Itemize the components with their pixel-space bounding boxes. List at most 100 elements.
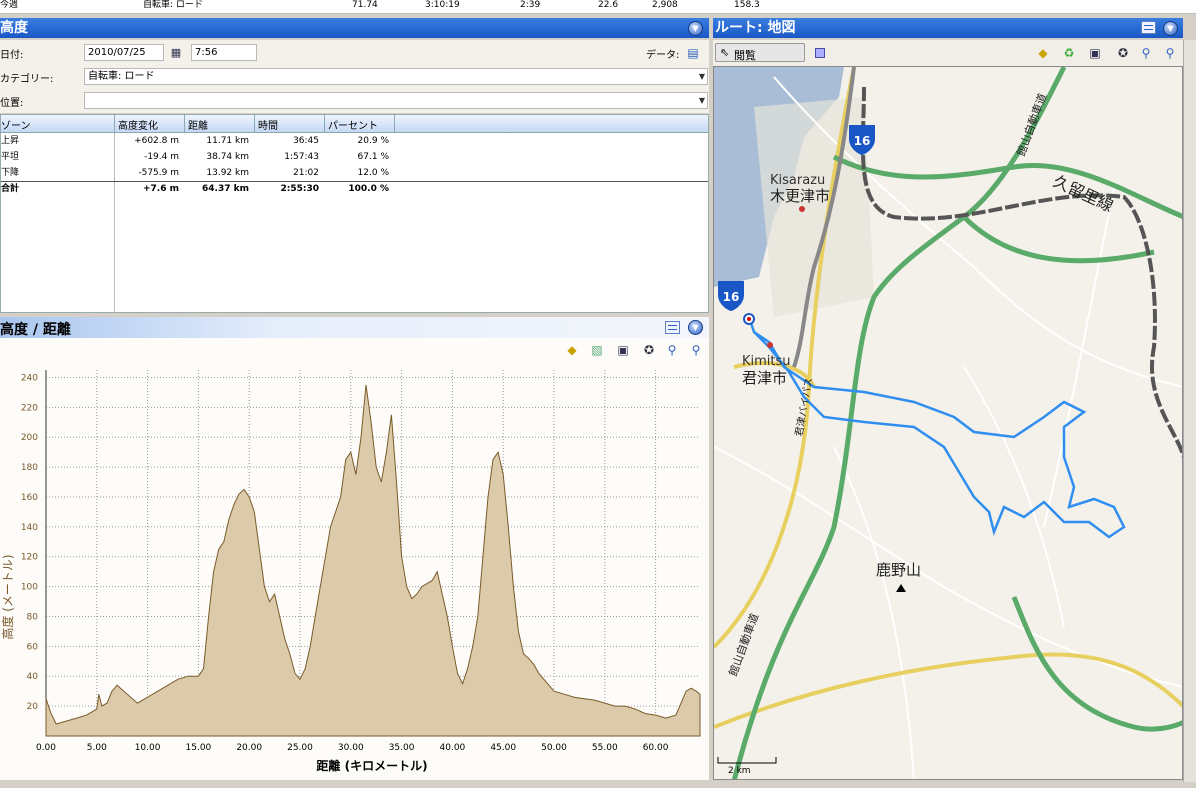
x-tick-label: 25.00	[287, 743, 313, 753]
data-device-icon[interactable]: ▤	[685, 45, 701, 61]
y-tick-label: 220	[21, 403, 38, 413]
distance-cell: 11.71 km	[206, 136, 249, 146]
percent-cell: 12.0 %	[357, 168, 389, 178]
column-header-percent[interactable]: パーセント	[328, 117, 378, 132]
scale-bar	[717, 757, 777, 764]
zoom-out-icon[interactable]: ⚲	[664, 342, 680, 358]
kimitsu-label-ja: 君津市	[742, 369, 787, 387]
zoom-in-icon[interactable]: ⚲	[688, 342, 704, 358]
calendar-icon[interactable]: ▦	[168, 45, 184, 61]
percent-cell: 20.9 %	[357, 136, 389, 146]
save-icon[interactable]: ▣	[1087, 45, 1103, 61]
summary-row[interactable]: 今週 自転車: ロード 71.74 3:10:19 2:39 22.6 2,90…	[0, 0, 1196, 14]
elevation-form: 日付: 2010/07/25 ▦ 7:56 データ: ▤ カテゴリー: 自転車:…	[0, 40, 709, 113]
zoom-in-icon[interactable]: ⚲	[1162, 45, 1178, 61]
summary-pace: 2:39	[520, 0, 541, 10]
map-panel-title: ルート: 地図	[715, 20, 796, 36]
x-tick-label: 15.00	[186, 743, 212, 753]
y-tick-label: 180	[21, 463, 38, 473]
percent-cell: 67.1 %	[357, 152, 389, 162]
distance-cell: 38.74 km	[206, 152, 249, 162]
cursor-icon: ⇖	[720, 46, 730, 59]
chart-panel-header: 高度 / 距離 ▼	[0, 317, 709, 338]
change-cell: +602.8 m	[134, 136, 179, 146]
kimitsu-label-en: Kimitsu	[742, 354, 791, 369]
category-select[interactable]: 自転車: ロード ▼	[84, 68, 708, 85]
elevation-chart[interactable]: 20 40 60 80 100 120 140 160 180 200 220 240 0.00 5.0…	[0, 362, 709, 780]
y-tick-label: 120	[21, 553, 38, 563]
summary-category: 自転車: ロード	[143, 0, 203, 10]
select-tool-icon[interactable]	[815, 48, 825, 58]
scale-label: 2 km	[728, 766, 751, 776]
distance-cell: 64.37 km	[202, 184, 249, 194]
svg-text:16: 16	[854, 134, 871, 148]
save-icon[interactable]: ▣	[615, 342, 631, 358]
kisarazu-label-ja: 木更津市	[770, 187, 830, 205]
x-tick-label: 5.00	[87, 743, 107, 753]
refresh-icon[interactable]: ♻	[1061, 45, 1077, 61]
x-tick-label: 20.00	[236, 743, 262, 753]
table-row[interactable]: 上昇 +602.8 m 11.71 km 36:45 20.9 %	[1, 134, 708, 149]
y-tick-label: 160	[21, 493, 38, 503]
route-map[interactable]: 16 16 Kisarazu 木更津市 Kimitsu 君津市 久留里線 鹿野山…	[713, 66, 1183, 780]
svg-text:16: 16	[723, 290, 740, 304]
x-tick-label: 55.00	[592, 743, 618, 753]
y-tick-label: 100	[21, 583, 38, 593]
time-cell: 21:02	[293, 168, 319, 178]
percent-cell: 100.0 %	[348, 184, 389, 194]
x-tick-label: 10.00	[135, 743, 161, 753]
time-cell: 1:57:43	[284, 152, 319, 162]
location-select[interactable]: ▼	[84, 92, 708, 109]
diamond-icon[interactable]: ◆	[564, 342, 580, 358]
gear-icon[interactable]: ✪	[1115, 45, 1131, 61]
map-toolbar: ⇖ 閲覧 ◆ ♻ ▣ ✪ ⚲ ⚲	[713, 40, 1183, 66]
column-header-change[interactable]: 高度変化	[118, 117, 158, 132]
panel-menu-icon[interactable]: ▼	[688, 320, 703, 335]
x-axis-label: 距離 (キロメートル)	[316, 758, 427, 773]
chart-view-icon[interactable]: ▧	[589, 342, 605, 358]
zone-cell: 合計	[1, 184, 20, 194]
panel-menu-icon[interactable]: ▼	[688, 21, 703, 36]
layout-toggle-icon[interactable]	[1141, 21, 1156, 34]
summary-distance: 71.74	[352, 0, 378, 10]
chevron-down-icon[interactable]: ▼	[699, 93, 705, 108]
distance-cell: 13.92 km	[206, 168, 249, 178]
map-scrollbar[interactable]	[1183, 40, 1196, 782]
zone-cell: 上昇	[1, 136, 20, 146]
browse-button[interactable]: ⇖ 閲覧	[715, 43, 805, 62]
table-row[interactable]: 平坦 -19.4 m 38.74 km 1:57:43 67.1 %	[1, 150, 708, 165]
column-header-zone[interactable]: ゾーン	[1, 117, 31, 132]
diamond-icon[interactable]: ◆	[1035, 45, 1051, 61]
x-tick-label: 35.00	[389, 743, 415, 753]
zone-cell: 下降	[1, 168, 20, 178]
change-cell: +7.6 m	[143, 184, 179, 194]
chevron-down-icon[interactable]: ▼	[699, 69, 705, 84]
kisarazu-label-en: Kisarazu	[770, 173, 825, 188]
zoom-out-icon[interactable]: ⚲	[1138, 45, 1154, 61]
elevation-panel-header: 高度 ▼	[0, 18, 709, 38]
date-field[interactable]: 2010/07/25	[84, 44, 164, 61]
column-header-time[interactable]: 時間	[258, 117, 278, 132]
table-total-row[interactable]: 合計 +7.6 m 64.37 km 2:55:30 100.0 %	[1, 182, 708, 197]
panel-menu-icon[interactable]: ▼	[1163, 21, 1178, 36]
time-field[interactable]: 7:56	[191, 44, 257, 61]
layout-toggle-icon[interactable]	[665, 321, 680, 334]
browse-label: 閲覧	[734, 49, 756, 62]
y-tick-label: 140	[21, 523, 38, 533]
gear-icon[interactable]: ✪	[641, 342, 657, 358]
category-label: カテゴリー:	[0, 74, 54, 85]
x-tick-label: 45.00	[490, 743, 516, 753]
x-tick-label: 0.00	[36, 743, 56, 753]
y-axis-label: 高度 (メートル)	[0, 554, 15, 639]
summary-label: 今週	[0, 0, 19, 10]
kururi-line-label: 久留里線	[1050, 171, 1116, 215]
y-tick-label: 40	[27, 672, 39, 682]
chart-toolbar: ◆ ▧ ▣ ✪ ⚲ ⚲	[0, 338, 709, 362]
category-value: 自転車: ロード	[88, 71, 155, 82]
kanoyama-label: 鹿野山	[876, 561, 921, 579]
table-row[interactable]: 下降 -575.9 m 13.92 km 21:02 12.0 %	[1, 166, 708, 181]
summary-calories: 2,908	[652, 0, 678, 10]
date-label: 日付:	[0, 50, 24, 61]
y-tick-label: 200	[21, 433, 38, 443]
column-header-distance[interactable]: 距離	[188, 117, 208, 132]
